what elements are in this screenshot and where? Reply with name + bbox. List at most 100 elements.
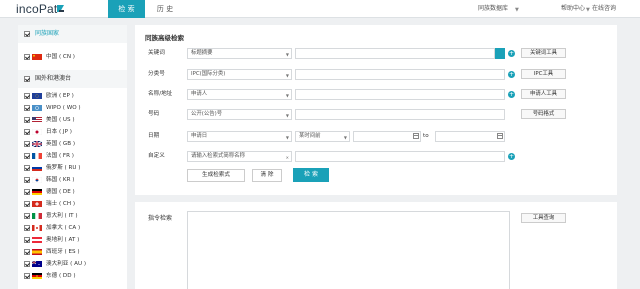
checkbox-ru[interactable] (24, 165, 30, 171)
keyword-tool-button[interactable]: 关键词工具 (521, 48, 566, 58)
sidebar-item-cn[interactable]: 中国 ( CN ) (18, 51, 127, 63)
date-type-select[interactable]: 申请日 ▼ (187, 131, 292, 142)
sidebar-item-es[interactable]: 西班牙 ( ES ) (18, 246, 127, 258)
checkbox-fr[interactable] (24, 153, 30, 159)
calendar-icon[interactable] (497, 133, 503, 139)
checkbox-us[interactable] (24, 117, 30, 123)
sidebar-item-label: 西班牙 ( ES ) (46, 249, 80, 255)
date-from-input[interactable] (353, 131, 421, 142)
checkbox-dd[interactable] (24, 273, 30, 279)
chevron-down-icon: ▼ (285, 113, 289, 118)
checkbox-jp[interactable] (24, 129, 30, 135)
sidebar-item-au[interactable]: 澳大利亚 ( AU ) (18, 258, 127, 270)
checkbox-de[interactable] (24, 189, 30, 195)
command-textarea[interactable] (187, 211, 510, 289)
ch-flag-icon (32, 201, 42, 207)
sidebar-item-kr[interactable]: 韩国 ( KR ) (18, 174, 127, 186)
checkbox-it[interactable] (24, 213, 30, 219)
database-selector[interactable]: 同族数据库 (478, 0, 508, 18)
custom-select[interactable]: 请输入检索式简称名称 ✕ (187, 151, 292, 162)
checkbox-au[interactable] (24, 261, 30, 267)
sidebar-item-ch[interactable]: 瑞士 ( CH ) (18, 198, 127, 210)
tab-search[interactable]: 检 索 (108, 0, 145, 18)
chevron-down-icon: ▼ (285, 135, 289, 140)
date-range-select[interactable]: 某时间前 ▼ (295, 131, 350, 142)
add-row-icon[interactable]: + (508, 91, 515, 98)
custom-label: 自定义 (148, 153, 165, 159)
checkbox-foreign[interactable] (24, 76, 30, 82)
sidebar-item-gb[interactable]: 英国 ( GB ) (18, 138, 127, 150)
logo-text[interactable]: incoPat (16, 2, 57, 16)
country-sidebar: 同族国家 中国 ( CN ) 国外和港澳台 欧洲 ( EP ) WIPO ( W… (18, 25, 127, 289)
sidebar-item-wo[interactable]: WIPO ( WO ) (18, 102, 127, 114)
close-icon[interactable]: ✕ (286, 153, 289, 162)
sidebar-item-label: 欧洲 ( EP ) (46, 93, 74, 99)
page: { "brand": {"logo_text": "incoPat", "acc… (0, 0, 640, 289)
sidebar-section-foreign[interactable]: 国外和港澳台 (18, 70, 127, 88)
checkbox-kr[interactable] (24, 177, 30, 183)
tab-history[interactable]: 历 史 (150, 0, 180, 18)
sidebar-section-family-countries[interactable]: 同族国家 (18, 25, 127, 43)
search-button[interactable]: 检 索 (293, 168, 329, 182)
checkbox-at[interactable] (24, 237, 30, 243)
checkbox-gb[interactable] (24, 141, 30, 147)
checkbox-es[interactable] (24, 249, 30, 255)
checkbox-family-countries[interactable] (24, 31, 30, 37)
select-value: 某时间前 (299, 133, 321, 139)
command-label: 指令检索 (148, 215, 173, 222)
number-format-button[interactable]: 号码格式 (521, 109, 566, 119)
sidebar-item-at[interactable]: 奥地利 ( AT ) (18, 234, 127, 246)
au-flag-icon (32, 261, 42, 267)
us-flag-icon (32, 117, 42, 123)
section-label: 同族国家 (35, 30, 60, 37)
sidebar-item-label: 德国 ( DE ) (46, 189, 75, 195)
wipo-flag-icon (32, 105, 42, 111)
classification-select[interactable]: IPC(国际分类) ▼ (187, 69, 292, 80)
sidebar-item-it[interactable]: 意大利 ( IT ) (18, 210, 127, 222)
es-flag-icon (32, 249, 42, 255)
cn-flag-icon (32, 54, 42, 60)
applicant-select[interactable]: 申请人 ▼ (187, 89, 292, 100)
checkbox-cn[interactable] (24, 54, 30, 60)
date-to-input[interactable] (435, 131, 505, 142)
keyword-input[interactable] (295, 48, 495, 59)
add-row-icon[interactable]: + (508, 71, 515, 78)
checkbox-ep[interactable] (24, 93, 30, 99)
checkbox-ca[interactable] (24, 225, 30, 231)
section-label: 国外和港澳台 (35, 75, 72, 82)
sidebar-item-dd[interactable]: 东德 ( DD ) (18, 270, 127, 282)
applicant-tool-button[interactable]: 申请人工具 (521, 89, 566, 99)
gb-flag-icon (32, 141, 42, 147)
applicant-input[interactable] (295, 89, 505, 100)
classification-label: 分类号 (148, 71, 165, 77)
sidebar-item-de[interactable]: 德国 ( DE ) (18, 186, 127, 198)
generate-query-button[interactable]: 生成检索式 (187, 169, 245, 182)
checkbox-wo[interactable] (24, 105, 30, 111)
keyword-submit-square[interactable] (495, 48, 505, 59)
tool-query-button[interactable]: 工具查询 (521, 213, 566, 223)
classification-input[interactable] (295, 69, 505, 80)
clear-button[interactable]: 清 除 (252, 169, 282, 182)
online-consult-link[interactable]: 在线咨询 (592, 0, 616, 18)
sidebar-item-label: 韩国 ( KR ) (46, 177, 75, 183)
add-row-icon[interactable]: + (508, 50, 515, 57)
sidebar-item-label: 法国 ( FR ) (46, 153, 74, 159)
custom-input[interactable] (295, 151, 505, 162)
sidebar-item-ca[interactable]: 加拿大 ( CA ) (18, 222, 127, 234)
calendar-icon[interactable] (413, 133, 419, 139)
sidebar-item-jp[interactable]: 日本 ( JP ) (18, 126, 127, 138)
chevron-down-icon: ▼ (343, 135, 347, 140)
ipc-tool-button[interactable]: IPC工具 (521, 69, 566, 79)
sidebar-item-ep[interactable]: 欧洲 ( EP ) (18, 90, 127, 102)
eu-flag-icon (32, 93, 42, 99)
number-select[interactable]: 公开(公告)号 ▼ (187, 109, 292, 120)
keyword-field-select[interactable]: 标题摘要 ▼ (187, 48, 292, 59)
help-center-link[interactable]: 帮助中心 (561, 0, 585, 18)
sidebar-item-fr[interactable]: 法国 ( FR ) (18, 150, 127, 162)
kr-flag-icon (32, 177, 42, 183)
add-row-icon[interactable]: + (508, 153, 515, 160)
number-input[interactable] (295, 109, 505, 120)
sidebar-item-us[interactable]: 美国 ( US ) (18, 114, 127, 126)
checkbox-ch[interactable] (24, 201, 30, 207)
sidebar-item-ru[interactable]: 俄罗斯 ( RU ) (18, 162, 127, 174)
